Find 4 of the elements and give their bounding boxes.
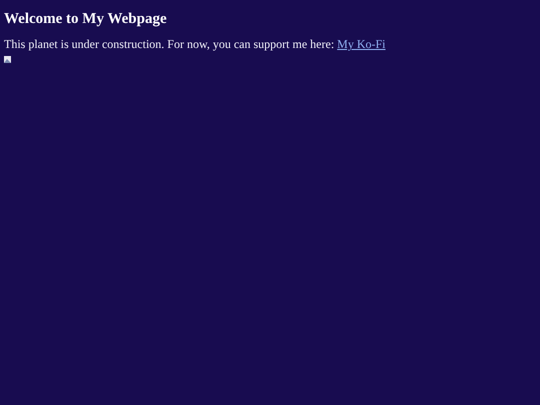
broken-image-icon	[4, 56, 11, 63]
kofi-link[interactable]: My Ko-Fi	[337, 37, 386, 51]
page-title: Welcome to My Webpage	[4, 10, 168, 28]
intro-text: This planet is under construction. For now, you can support me here: My Ko-Fi	[4, 37, 386, 51]
